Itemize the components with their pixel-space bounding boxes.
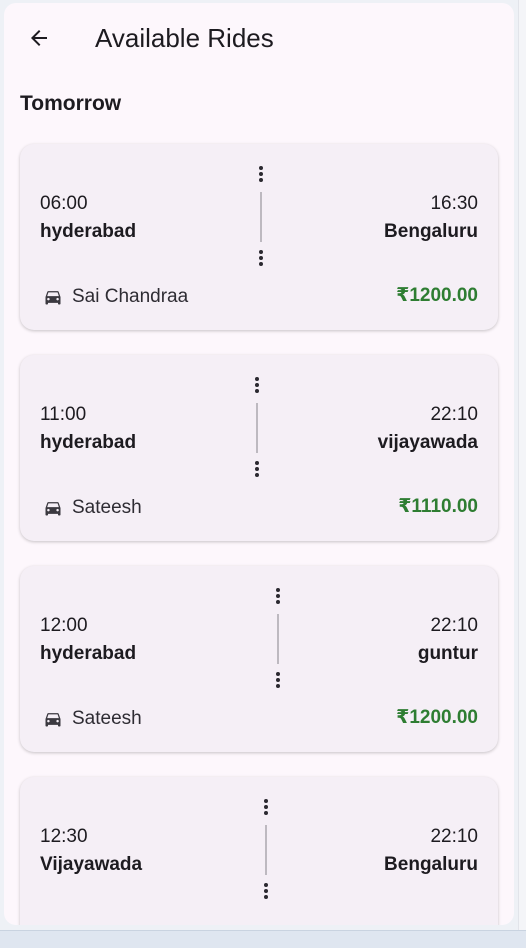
destination-city: vijayawada — [377, 432, 478, 453]
destination-city: guntur — [417, 643, 478, 664]
car-icon — [45, 291, 61, 305]
origin-city: Vijayawada — [40, 854, 143, 875]
origin-city: hyderabad — [40, 643, 137, 664]
driver-name: Sateesh — [72, 497, 142, 518]
driver-name: Sateesh — [72, 708, 142, 729]
more-dots-icon — [276, 672, 280, 688]
route-connector — [250, 377, 264, 481]
bottom-system-strip — [0, 930, 526, 948]
arrival-time: 22:10 — [430, 826, 478, 847]
departure-time: 11:00 — [40, 404, 87, 425]
more-dots-icon — [264, 799, 268, 815]
arrival-time: 22:10 — [430, 404, 478, 425]
destination-city: Bengaluru — [384, 221, 478, 242]
more-dots-icon — [276, 588, 280, 604]
more-dots-icon — [259, 250, 263, 266]
departure-time: 06:00 — [40, 193, 88, 214]
more-dots-icon — [264, 883, 268, 899]
app-bar: Available Rides — [4, 3, 514, 73]
ride-card[interactable]: 11:00 hyderabad 22:10 vijayawada Sateesh… — [20, 355, 498, 541]
origin-city: hyderabad — [40, 221, 137, 242]
car-icon — [45, 713, 61, 727]
arrival-time: 22:10 — [430, 615, 478, 636]
arrow-left-icon — [31, 30, 47, 46]
driver-name: Sai Chandraa — [72, 286, 189, 307]
more-dots-icon — [255, 377, 259, 393]
back-button[interactable] — [22, 21, 56, 55]
page-title: Available Rides — [95, 23, 274, 53]
departure-time: 12:00 — [40, 615, 88, 636]
route-connector — [259, 799, 273, 903]
app-screen: Available Rides Tomorrow 06:00 hyderabad… — [4, 3, 514, 925]
section-heading-tomorrow: Tomorrow — [20, 92, 122, 115]
arrival-time: 16:30 — [430, 193, 478, 214]
ride-card[interactable]: 12:30 Vijayawada 22:10 Bengaluru — [20, 777, 498, 925]
departure-time: 12:30 — [40, 826, 88, 847]
ride-price: ₹1200.00 — [396, 285, 478, 306]
car-icon — [45, 502, 61, 516]
ride-price: ₹1200.00 — [396, 707, 478, 728]
route-connector — [254, 166, 268, 270]
ride-card[interactable]: 12:00 hyderabad 22:10 guntur Sateesh ₹12… — [20, 566, 498, 752]
more-dots-icon — [259, 166, 263, 182]
more-dots-icon — [255, 461, 259, 477]
adjacent-window-edge — [518, 0, 526, 930]
ride-price: ₹1110.00 — [398, 496, 478, 517]
origin-city: hyderabad — [40, 432, 137, 453]
destination-city: Bengaluru — [384, 854, 478, 875]
route-connector — [271, 588, 285, 692]
ride-card[interactable]: 06:00 hyderabad 16:30 Bengaluru Sai Chan… — [20, 144, 498, 330]
